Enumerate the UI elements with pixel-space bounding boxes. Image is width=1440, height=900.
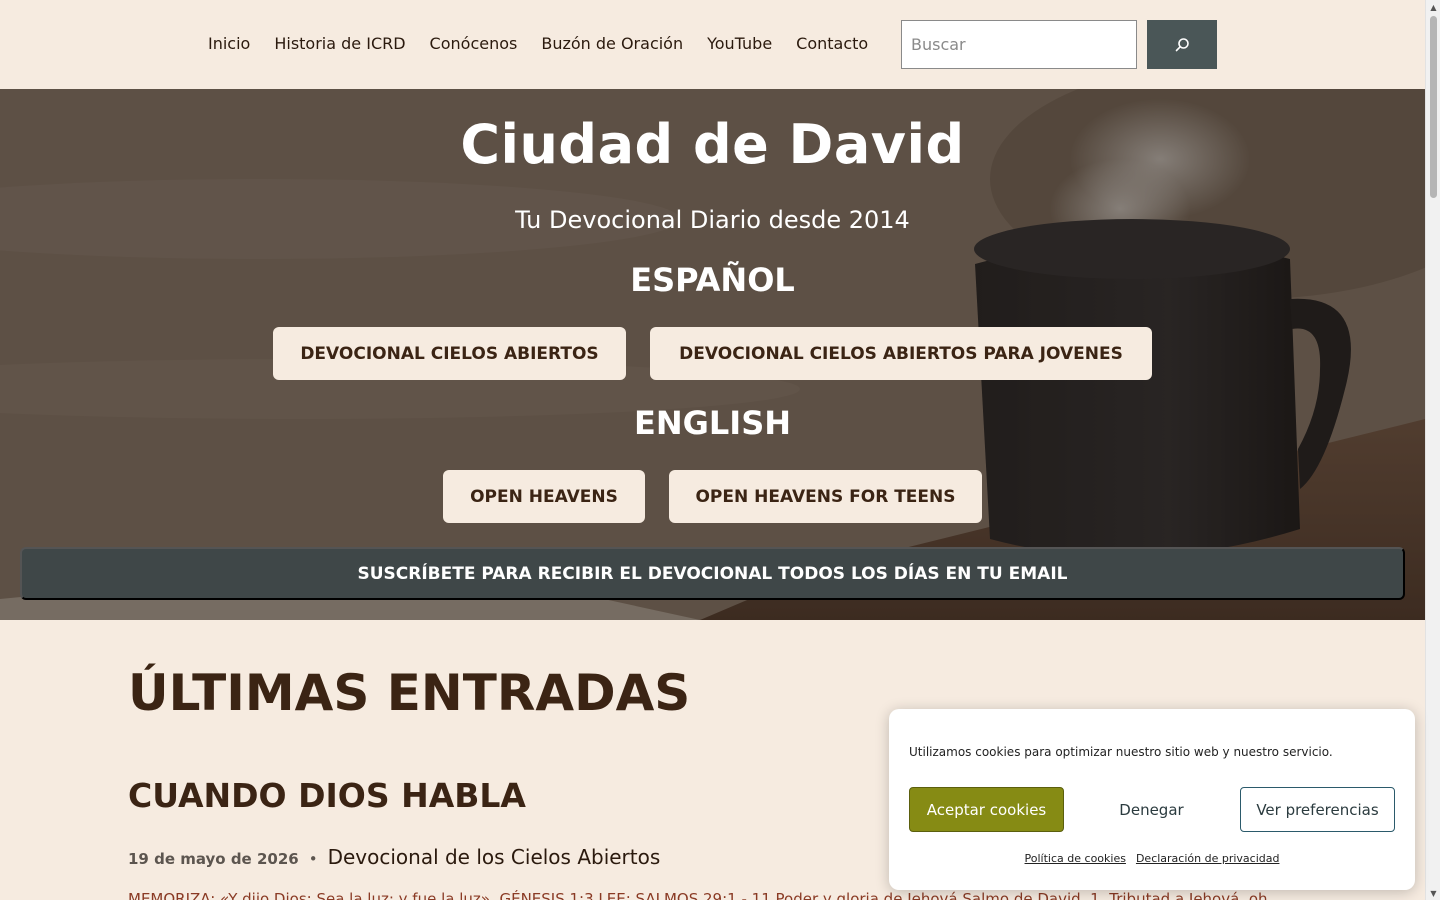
nav-item-inicio[interactable]: Inicio (208, 34, 250, 54)
cookie-preferences-button[interactable]: Ver preferencias (1240, 787, 1395, 832)
privacy-statement-link[interactable]: Declaración de privacidad (1136, 852, 1280, 865)
open-heavens-button[interactable]: OPEN HEAVENS (443, 470, 645, 523)
post-title-link[interactable]: CUANDO DIOS HABLA (128, 776, 526, 815)
nav-item-buzon-oracion[interactable]: Buzón de Oración (541, 34, 683, 54)
subscribe-button[interactable]: SUSCRÍBETE PARA RECIBIR EL DEVOCIONAL TO… (20, 547, 1405, 600)
nav-item-historia[interactable]: Historia de ICRD (274, 34, 405, 54)
meta-separator: • (308, 850, 318, 868)
cookie-message: Utilizamos cookies para optimizar nuestr… (909, 745, 1333, 759)
cookie-policy-link[interactable]: Política de cookies (1025, 852, 1126, 865)
nav-item-youtube[interactable]: YouTube (707, 34, 772, 54)
latest-posts-heading: ÚLTIMAS ENTRADAS (128, 664, 691, 722)
open-heavens-teens-button[interactable]: OPEN HEAVENS FOR TEENS (669, 470, 982, 523)
search-button[interactable] (1147, 20, 1217, 69)
search-input[interactable] (901, 20, 1137, 69)
scroll-down-arrow-icon[interactable]: ▼ (1426, 886, 1440, 900)
post-excerpt: MEMORIZA: «Y dijo Dios: Sea la luz; y fu… (128, 890, 1268, 900)
devocional-jovenes-button[interactable]: DEVOCIONAL CIELOS ABIERTOS PARA JOVENES (650, 327, 1152, 380)
cookie-links: Política de cookies Declaración de priva… (889, 852, 1415, 865)
page-scrollbar[interactable]: ▲ ▼ (1425, 0, 1440, 900)
hero-section: Ciudad de David Tu Devocional Diario des… (0, 89, 1425, 620)
site-tagline: Tu Devocional Diario desde 2014 (515, 206, 910, 234)
site-header: Inicio Historia de ICRD Conócenos Buzón … (0, 0, 1425, 89)
post-category-link[interactable]: Devocional de los Cielos Abiertos (328, 845, 661, 869)
english-section-label: ENGLISH (633, 404, 792, 442)
scroll-thumb[interactable] (1430, 16, 1437, 198)
main-nav: Inicio Historia de ICRD Conócenos Buzón … (208, 34, 892, 54)
spanish-section-label: ESPAÑOL (630, 261, 795, 299)
deny-cookies-button[interactable]: Denegar (1074, 787, 1229, 832)
devocional-cielos-abiertos-button[interactable]: DEVOCIONAL CIELOS ABIERTOS (273, 327, 626, 380)
post-meta: 19 de mayo de 2026 • Devocional de los C… (128, 845, 660, 869)
nav-item-conocenos[interactable]: Conócenos (430, 34, 518, 54)
cookie-consent-banner: Utilizamos cookies para optimizar nuestr… (889, 709, 1415, 890)
scroll-up-arrow-icon[interactable]: ▲ (1426, 0, 1440, 14)
post-date: 19 de mayo de 2026 (128, 850, 299, 868)
nav-item-contacto[interactable]: Contacto (796, 34, 868, 54)
site-title: Ciudad de David (460, 113, 965, 176)
search-icon (1175, 37, 1189, 51)
accept-cookies-button[interactable]: Aceptar cookies (909, 787, 1064, 832)
